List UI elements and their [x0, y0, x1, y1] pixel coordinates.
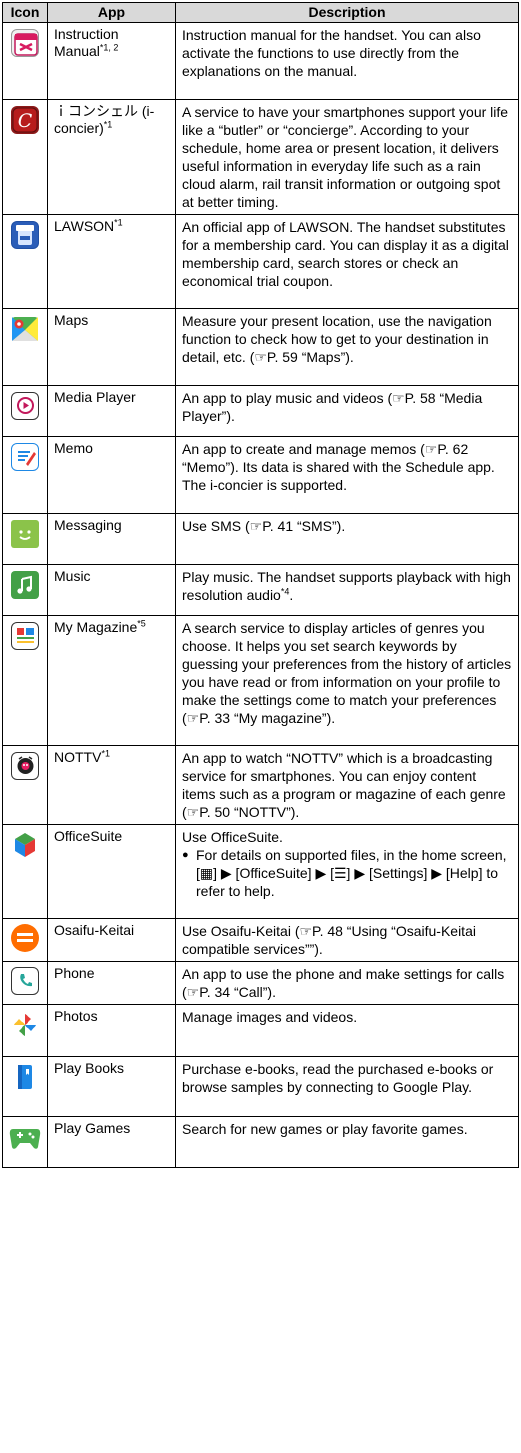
app-name: My Magazine [54, 619, 138, 635]
app-name: Phone [54, 965, 95, 981]
app-name: Play Games [54, 1120, 131, 1136]
app-description: Search for new games or play favorite ga… [175, 1116, 519, 1168]
table-row: Play Games Search for new games or play … [2, 1116, 519, 1168]
apps-table: Icon App Description Instruction Manual*… [2, 2, 519, 1168]
header-row: Icon App Description [2, 2, 519, 23]
app-name: OfficeSuite [54, 828, 123, 844]
app-description: Play music. The handset supports playbac… [175, 564, 519, 616]
osaifu-keitai-icon [11, 924, 39, 952]
play-games-icon [8, 1123, 42, 1151]
header-icon: Icon [2, 2, 48, 23]
table-row: Memo An app to create and manage memos (… [2, 436, 519, 514]
header-description: Description [175, 2, 519, 23]
app-description: Manage images and videos. [175, 1004, 519, 1057]
play-books-icon [11, 1063, 39, 1091]
table-row: Messaging Use SMS (☞P. 41 “SMS”). [2, 513, 519, 565]
app-name: Messaging [54, 517, 122, 533]
app-description: Purchase e-books, read the purchased e-b… [175, 1056, 519, 1117]
app-description: Instruction manual for the handset. You … [175, 22, 519, 100]
lawson-icon [11, 221, 39, 249]
app-name: Photos [54, 1008, 98, 1024]
app-footnote: *1 [114, 217, 123, 228]
table-row: Music Play music. The handset supports p… [2, 564, 519, 616]
iconcier-icon: C [11, 106, 39, 134]
app-footnote: *1 [103, 119, 113, 130]
app-description: An app to play music and videos (☞P. 58 … [175, 385, 519, 437]
app-name: LAWSON [54, 218, 115, 234]
table-row: Instruction Manual*1, 2 Instruction manu… [2, 22, 519, 100]
svg-text:C: C [18, 110, 33, 132]
officesuite-icon [11, 831, 39, 859]
app-description: An app to use the phone and make setting… [175, 961, 519, 1005]
app-description: An official app of LAWSON. The handset s… [175, 214, 519, 309]
table-row: Osaifu-Keitai Use Osaifu-Keitai (☞P. 48 … [2, 918, 519, 962]
maps-icon [11, 315, 39, 343]
photos-icon [11, 1011, 39, 1039]
app-name: NOTTV [54, 749, 102, 765]
app-description: Use OfficeSuite.For details on supported… [175, 824, 519, 919]
table-row: LAWSON*1 An official app of LAWSON. The … [2, 214, 519, 309]
app-footnote: *5 [137, 618, 146, 629]
app-description: A search service to display articles of … [175, 615, 519, 746]
table-row: Media Player An app to play music and vi… [2, 385, 519, 437]
app-description: A service to have your smartphones suppo… [175, 99, 519, 215]
table-row: Play Books Purchase e-books, read the pu… [2, 1056, 519, 1117]
messaging-icon [11, 520, 39, 548]
phone-icon [11, 967, 39, 995]
table-row: Maps Measure your present location, use … [2, 308, 519, 386]
app-name: Osaifu-Keitai [54, 922, 135, 938]
app-footnote: *1 [101, 748, 110, 759]
app-name: Maps [54, 312, 89, 328]
app-footnote: *1, 2 [99, 42, 119, 53]
app-description: Use Osaifu-Keitai (☞P. 48 “Using “Osaifu… [175, 918, 519, 962]
table-row: C ｉコンシェル (i-concier)*1 A service to have… [2, 99, 519, 215]
table-row: OfficeSuite Use OfficeSuite.For details … [2, 824, 519, 919]
app-description: Measure your present location, use the n… [175, 308, 519, 386]
app-name: Play Books [54, 1060, 125, 1076]
app-name: Music [54, 568, 91, 584]
media-player-icon [11, 392, 39, 420]
table-row: Phone An app to use the phone and make s… [2, 961, 519, 1005]
app-description: An app to create and manage memos (☞P. 6… [175, 436, 519, 514]
app-name: Media Player [54, 389, 136, 405]
table-row: Photos Manage images and videos. [2, 1004, 519, 1057]
table-row: My Magazine*5 A search service to displa… [2, 615, 519, 746]
app-description: An app to watch “NOTTV” which is a broad… [175, 745, 519, 825]
app-name: Memo [54, 440, 93, 456]
instruction-manual-icon [11, 29, 39, 57]
table-row: NOTTV*1 An app to watch “NOTTV” which is… [2, 745, 519, 825]
music-icon [11, 571, 39, 599]
nottv-icon [11, 752, 39, 780]
header-app: App [47, 2, 176, 23]
memo-icon [11, 443, 39, 471]
my-magazine-icon [11, 622, 39, 650]
note-bullet: For details on supported files, in the h… [182, 846, 512, 900]
app-description: Use SMS (☞P. 41 “SMS”). [175, 513, 519, 565]
